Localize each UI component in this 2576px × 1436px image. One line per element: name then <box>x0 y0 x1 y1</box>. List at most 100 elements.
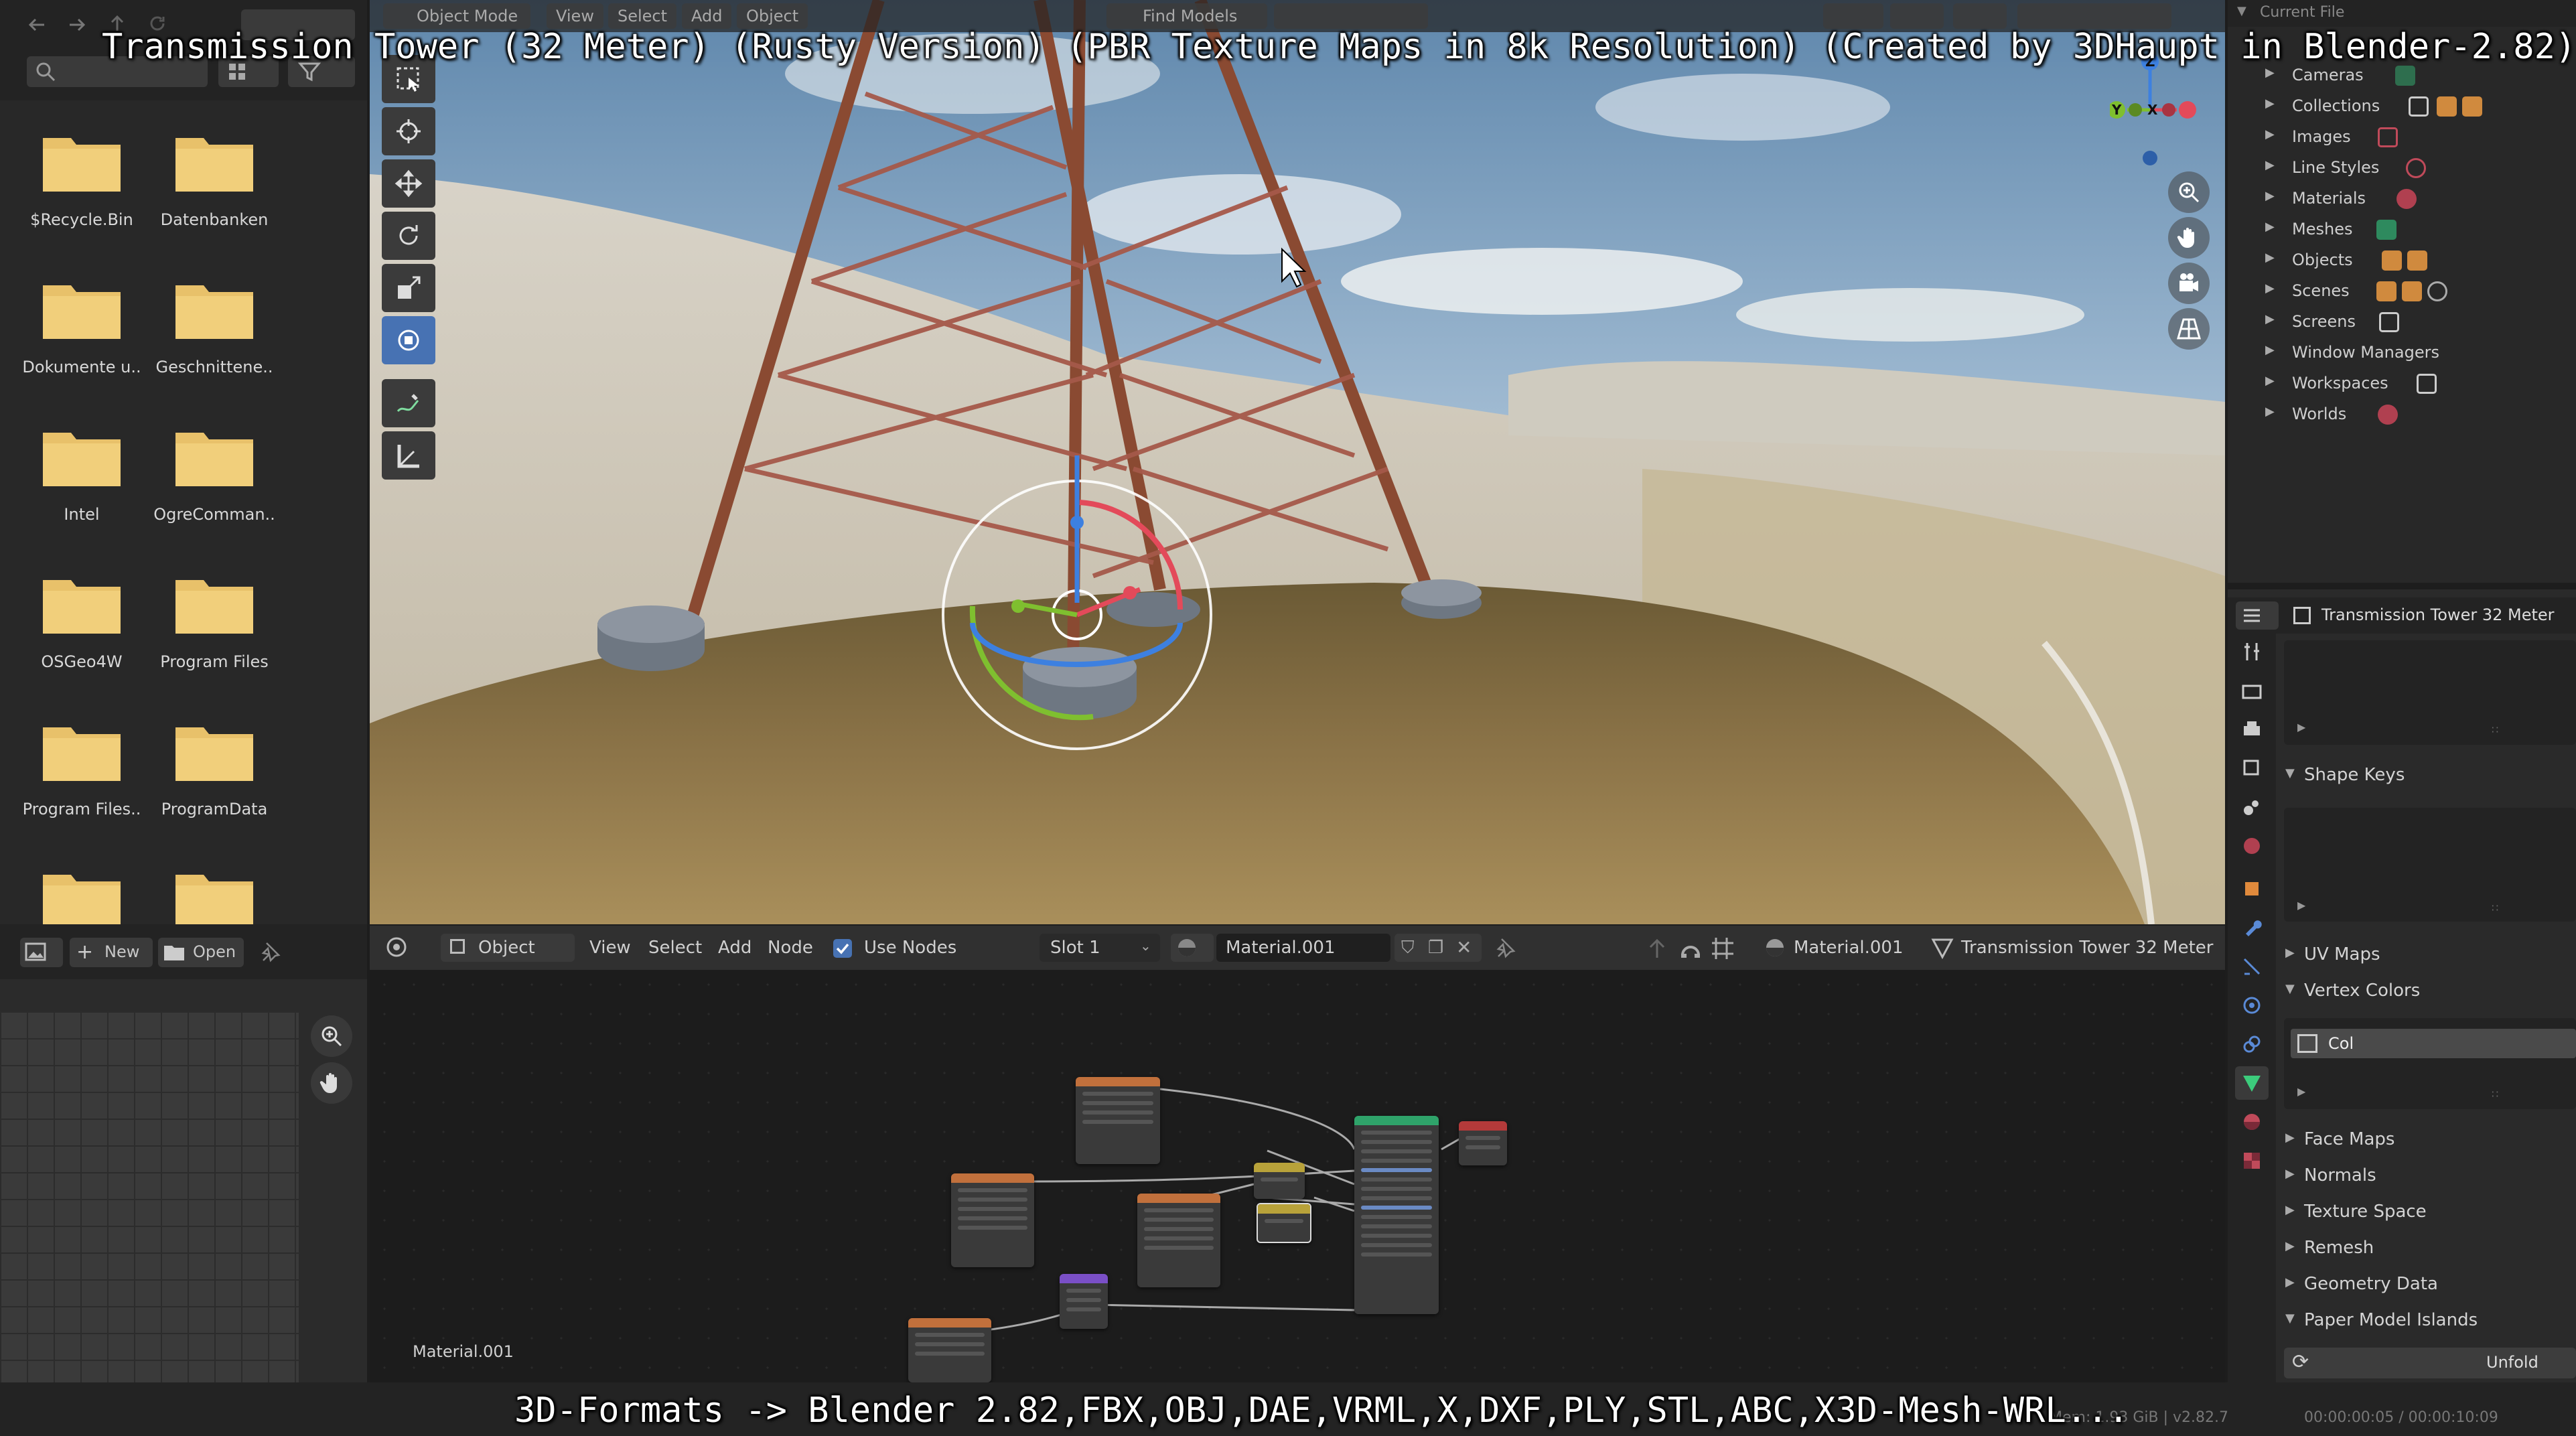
image-texture-node[interactable] <box>951 1173 1034 1267</box>
selected-node[interactable] <box>1257 1203 1311 1243</box>
section-geometry-data[interactable]: ▶ Geometry Data <box>2277 1270 2576 1301</box>
camera-view-icon[interactable] <box>2168 263 2210 304</box>
outliner-item[interactable]: ▶ Scenes <box>2228 276 2576 305</box>
material-actions[interactable]: ⛉ ❐ ✕ <box>1394 934 1482 962</box>
folder-item[interactable]: ProgramData <box>147 690 281 837</box>
select-menu[interactable]: Select <box>648 938 702 958</box>
object-type-dropdown[interactable]: Object <box>441 934 575 962</box>
expand-arrow-icon[interactable]: ▶ <box>2265 405 2275 419</box>
expand-arrow-icon[interactable]: ▶ <box>2265 66 2275 80</box>
add-menu[interactable]: Add <box>718 938 752 958</box>
fake-user-shield-icon[interactable]: ⛉ <box>1401 938 1415 958</box>
folder-item[interactable]: Dokumente u.. <box>15 248 149 395</box>
right-material-dropdown[interactable]: Material.001 <box>1760 934 1921 962</box>
image-texture-node[interactable] <box>1076 1077 1160 1164</box>
object-menu[interactable]: Object <box>737 3 808 29</box>
section-vertex-colors[interactable]: ▼ Vertex Colors <box>2277 977 2576 1007</box>
vertex-color-item[interactable]: Col <box>2291 1029 2576 1058</box>
zoom-icon[interactable] <box>311 1015 352 1057</box>
cursor-tool[interactable] <box>382 107 435 155</box>
snap-icon[interactable] <box>1677 935 1704 962</box>
expand-arrow-icon[interactable]: ▶ <box>2297 899 2305 912</box>
move-tool[interactable] <box>382 159 435 208</box>
expand-arrow-icon[interactable]: ▶ <box>2297 1085 2305 1098</box>
outliner-item[interactable]: ▶ Images <box>2228 122 2576 151</box>
outliner-item[interactable]: ▶ Window Managers <box>2228 338 2576 367</box>
tab-particles[interactable] <box>2235 950 2269 983</box>
shading-mode-buttons[interactable] <box>2017 3 2171 29</box>
node-menu[interactable]: Node <box>768 938 813 958</box>
xray-toggle[interactable] <box>1953 3 2007 29</box>
gizmo-dropdown[interactable] <box>1890 3 1944 29</box>
section-texture-space[interactable]: ▶ Texture Space <box>2277 1198 2576 1228</box>
tab-texture[interactable] <box>2235 1144 2269 1177</box>
tab-view-layer[interactable] <box>2235 751 2269 785</box>
tab-modifiers[interactable] <box>2235 911 2269 944</box>
outliner-item[interactable]: ▶ Line Styles <box>2228 153 2576 182</box>
back-arrow-icon[interactable] <box>27 15 47 35</box>
scale-tool[interactable] <box>382 264 435 312</box>
snap-element-dropdown[interactable] <box>1709 935 1749 962</box>
shape-keys-list[interactable]: ▶ ∷ <box>2284 808 2576 922</box>
tab-render[interactable] <box>2235 674 2269 707</box>
folder-item[interactable]: Program Files <box>147 543 281 690</box>
section-normals[interactable]: ▶ Normals <box>2277 1161 2576 1192</box>
outliner-item[interactable]: ▶ Worlds <box>2228 399 2576 429</box>
section-face-maps[interactable]: ▶ Face Maps <box>2277 1125 2576 1156</box>
duplicate-icon[interactable]: ❐ <box>1428 938 1443 958</box>
expand-arrow-icon[interactable]: ▶ <box>2297 721 2305 733</box>
perspective-grid-icon[interactable] <box>2168 308 2210 350</box>
resize-handle-icon[interactable]: ∷ <box>2492 723 2498 736</box>
folder-item[interactable]: Datenbanken <box>147 100 281 248</box>
pin-icon[interactable] <box>1492 936 1516 960</box>
folder-item[interactable] <box>15 837 149 924</box>
pin-icon[interactable] <box>257 940 281 964</box>
expand-arrow-icon[interactable]: ▶ <box>2265 127 2275 141</box>
outliner-item[interactable]: ▶ Screens <box>2228 307 2576 336</box>
expand-arrow-icon[interactable]: ▶ <box>2265 189 2275 203</box>
expand-arrow-icon[interactable]: ▶ <box>2265 250 2275 265</box>
resize-handle-icon[interactable]: ∷ <box>2492 902 2498 914</box>
tab-output[interactable] <box>2235 713 2269 746</box>
pan-hand-icon[interactable] <box>2168 217 2210 259</box>
material-output-node[interactable] <box>1459 1121 1507 1165</box>
folder-item[interactable]: Program Files.. <box>15 690 149 837</box>
pan-hand-icon[interactable] <box>311 1062 352 1104</box>
tab-constraints[interactable] <box>2235 1027 2269 1061</box>
folder-item[interactable]: Intel <box>15 395 149 543</box>
select-menu[interactable]: Select <box>608 3 677 29</box>
tab-material[interactable] <box>2235 1105 2269 1139</box>
expand-arrow-icon[interactable]: ▶ <box>2265 220 2275 234</box>
outliner-item[interactable]: ▶ Objects <box>2228 245 2576 275</box>
add-menu[interactable]: Add <box>682 3 732 29</box>
annotate-tool[interactable] <box>382 379 435 427</box>
tab-object[interactable] <box>2235 872 2269 906</box>
expand-arrow-icon[interactable]: ▶ <box>2265 96 2275 111</box>
expand-arrow-icon[interactable]: ▶ <box>2265 312 2275 326</box>
forward-arrow-icon[interactable] <box>67 15 87 35</box>
find-models-search[interactable] <box>1274 3 1428 29</box>
outliner-item[interactable]: ▶ Meshes <box>2228 214 2576 244</box>
tab-physics[interactable] <box>2235 989 2269 1022</box>
outliner-item[interactable]: ▶ Collections <box>2228 91 2576 121</box>
rotate-tool[interactable] <box>382 212 435 260</box>
tab-world[interactable] <box>2235 829 2269 863</box>
mapping-node[interactable] <box>1060 1274 1108 1329</box>
principled-bsdf-node[interactable] <box>1354 1116 1439 1314</box>
folder-item[interactable] <box>147 837 281 924</box>
editor-type-dropdown[interactable] <box>20 938 63 967</box>
folder-item[interactable]: OSGeo4W <box>15 543 149 690</box>
outliner-item[interactable]: ▶ Materials <box>2228 184 2576 213</box>
section-shape-keys[interactable]: ▼ Shape Keys <box>2277 761 2576 792</box>
zoom-icon[interactable] <box>2168 171 2210 213</box>
view-menu[interactable]: View <box>589 938 631 958</box>
resize-handle-icon[interactable]: ∷ <box>2492 1088 2498 1100</box>
new-image-button[interactable]: + New <box>70 938 153 967</box>
material-browse-button[interactable] <box>1171 934 1214 962</box>
math-node[interactable] <box>1254 1163 1305 1199</box>
chevron-down-icon[interactable]: ▼ <box>2237 4 2246 18</box>
section-uv-maps[interactable]: ▶ UV Maps <box>2277 940 2576 971</box>
image-texture-node[interactable] <box>908 1318 991 1382</box>
node-canvas[interactable]: Material.001 <box>370 970 2225 1382</box>
folder-item[interactable]: OgreComman.. <box>147 395 281 543</box>
